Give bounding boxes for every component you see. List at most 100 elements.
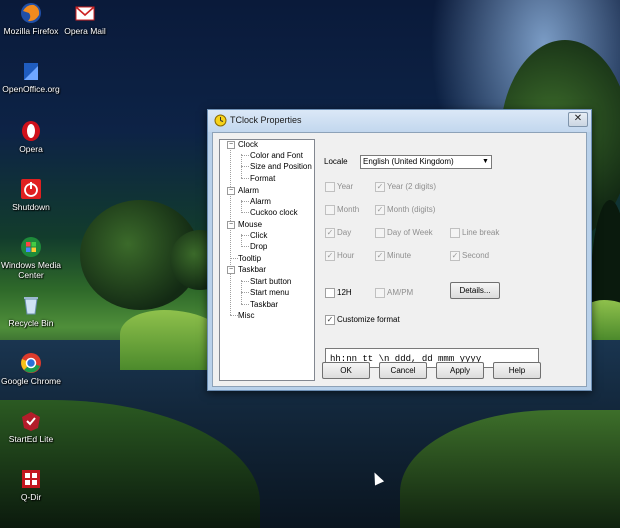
locale-selected-value: English (United Kingdom)	[363, 157, 454, 166]
started-icon	[22, 412, 40, 431]
tree-item-start-menu[interactable]: Start menu	[250, 288, 289, 297]
day-of-week-label: Day of Week	[387, 228, 433, 237]
desktop-icon-qdir[interactable]: Q-Dir	[0, 468, 62, 502]
minute-checkbox: ✓	[375, 251, 385, 261]
month-label: Month	[337, 205, 360, 214]
day-of-week-checkbox	[375, 228, 385, 238]
tree-connector	[241, 178, 249, 179]
tree-connector	[241, 155, 249, 156]
tree-item-color-and-font[interactable]: Color and Font	[250, 151, 303, 160]
tree-item-taskbar[interactable]: Taskbar	[238, 265, 266, 274]
locale-select[interactable]: English (United Kingdom) ▼	[360, 155, 492, 169]
tree-expand-mouse[interactable]: −	[227, 221, 235, 229]
ampm-checkbox	[375, 288, 385, 298]
tree-connector	[241, 201, 249, 202]
year-2digits-label: Year (2 digits)	[387, 182, 437, 191]
tree-item-alarm-sub[interactable]: Alarm	[250, 197, 271, 206]
tree-connector	[230, 150, 231, 315]
tree-expand-alarm[interactable]: −	[227, 187, 235, 195]
help-button[interactable]: Help	[493, 362, 541, 379]
hour-label: Hour	[337, 251, 355, 260]
desktop-icon-opera-mail[interactable]: Opera Mail	[54, 2, 116, 36]
desktop-icon-label: Windows Media Center	[1, 260, 61, 280]
title-bar[interactable]: TClock Properties ✕	[208, 110, 591, 132]
desktop-icon-firefox[interactable]: Mozilla Firefox	[0, 2, 62, 36]
day-checkbox: ✓	[325, 228, 335, 238]
tree-connector	[241, 212, 249, 213]
tree-item-click[interactable]: Click	[250, 231, 267, 240]
tree-item-format[interactable]: Format	[250, 174, 275, 183]
tree-item-drop[interactable]: Drop	[250, 242, 267, 251]
second-label: Second	[462, 251, 490, 260]
desktop-icon-media-center[interactable]: Windows Media Center	[0, 236, 62, 280]
line-break-checkbox	[450, 228, 460, 238]
month-digits-checkbox: ✓	[375, 205, 385, 215]
chrome-icon	[21, 353, 41, 373]
desktop-icon-label: Opera Mail	[64, 26, 106, 36]
line-break-label: Line break	[462, 228, 500, 237]
media-center-icon	[21, 237, 41, 257]
dialog-client-area: − Clock Color and Font Size and Position…	[212, 132, 587, 387]
tree-item-cuckoo-clock[interactable]: Cuckoo clock	[250, 208, 298, 217]
tree-connector	[241, 292, 249, 293]
desktop-icon-label: StartEd Lite	[8, 434, 54, 444]
desktop-icon-started-lite[interactable]: StartEd Lite	[0, 410, 62, 444]
close-button[interactable]: ✕	[568, 112, 588, 127]
tclock-properties-window: TClock Properties ✕ − Clock Color and Fo…	[207, 109, 592, 391]
minute-label: Minute	[387, 251, 412, 260]
recycle-bin-icon	[24, 297, 38, 315]
tree-item-taskbar-sub[interactable]: Taskbar	[250, 300, 278, 309]
year-2digits-checkbox: ✓	[375, 182, 385, 192]
opera-icon	[22, 121, 40, 141]
desktop-icon-label: Opera	[19, 144, 43, 154]
tclock-app-icon	[214, 114, 227, 127]
customize-format-label: Customize format	[337, 315, 400, 324]
desktop-icon-opera[interactable]: Opera	[0, 120, 62, 154]
tree-connector	[241, 304, 249, 305]
tree-connector	[241, 246, 249, 247]
tree-item-size-and-position[interactable]: Size and Position	[250, 162, 312, 171]
mail-icon	[75, 6, 95, 21]
12h-checkbox[interactable]	[325, 288, 335, 298]
ok-button[interactable]: OK	[322, 362, 370, 379]
power-icon	[21, 179, 41, 199]
customize-format-checkbox[interactable]: ✓	[325, 315, 335, 325]
year-label: Year	[337, 182, 354, 191]
tree-item-alarm[interactable]: Alarm	[238, 186, 259, 195]
tree-expand-clock[interactable]: −	[227, 141, 235, 149]
tree-item-mouse[interactable]: Mouse	[238, 220, 262, 229]
day-label: Day	[337, 228, 352, 237]
format-panel: Locale English (United Kingdom) ▼ Year ✓…	[320, 139, 582, 379]
year-checkbox	[325, 182, 335, 192]
locale-label: Locale	[324, 157, 348, 166]
tree-connector	[241, 281, 249, 282]
tree-connector	[230, 315, 238, 316]
apply-button[interactable]: Apply	[436, 362, 484, 379]
tree-item-tooltip[interactable]: Tooltip	[238, 254, 261, 263]
settings-tree: − Clock Color and Font Size and Position…	[219, 139, 315, 381]
desktop-icon-label: Google Chrome	[0, 376, 61, 386]
desktop-icon-label: Q-Dir	[20, 492, 42, 502]
details-button[interactable]: Details...	[450, 282, 500, 299]
firefox-icon	[21, 3, 41, 23]
desktop-icon-openoffice[interactable]: OpenOffice.org	[0, 60, 62, 94]
tree-item-misc[interactable]: Misc	[238, 311, 254, 320]
tree-expand-taskbar[interactable]: −	[227, 266, 235, 274]
cancel-button[interactable]: Cancel	[379, 362, 427, 379]
desktop-icon-recycle-bin[interactable]: Recycle Bin	[0, 294, 62, 328]
ampm-label: AM/PM	[387, 288, 414, 297]
hour-checkbox: ✓	[325, 251, 335, 261]
tree-item-clock[interactable]: Clock	[238, 140, 258, 149]
desktop-icon-shutdown[interactable]: Shutdown	[0, 178, 62, 212]
tree-item-start-button[interactable]: Start button	[250, 277, 291, 286]
tree-connector	[241, 235, 249, 236]
month-checkbox	[325, 205, 335, 215]
dropdown-arrow-icon: ▼	[482, 158, 489, 165]
openoffice-icon	[24, 63, 38, 80]
desktop-icon-chrome[interactable]: Google Chrome	[0, 352, 62, 386]
desktop-icon-label: Shutdown	[12, 202, 50, 212]
month-digits-label: Month (digits)	[387, 205, 436, 214]
tree-connector	[241, 166, 249, 167]
second-checkbox: ✓	[450, 251, 460, 261]
desktop-icon-label: Recycle Bin	[8, 318, 54, 328]
